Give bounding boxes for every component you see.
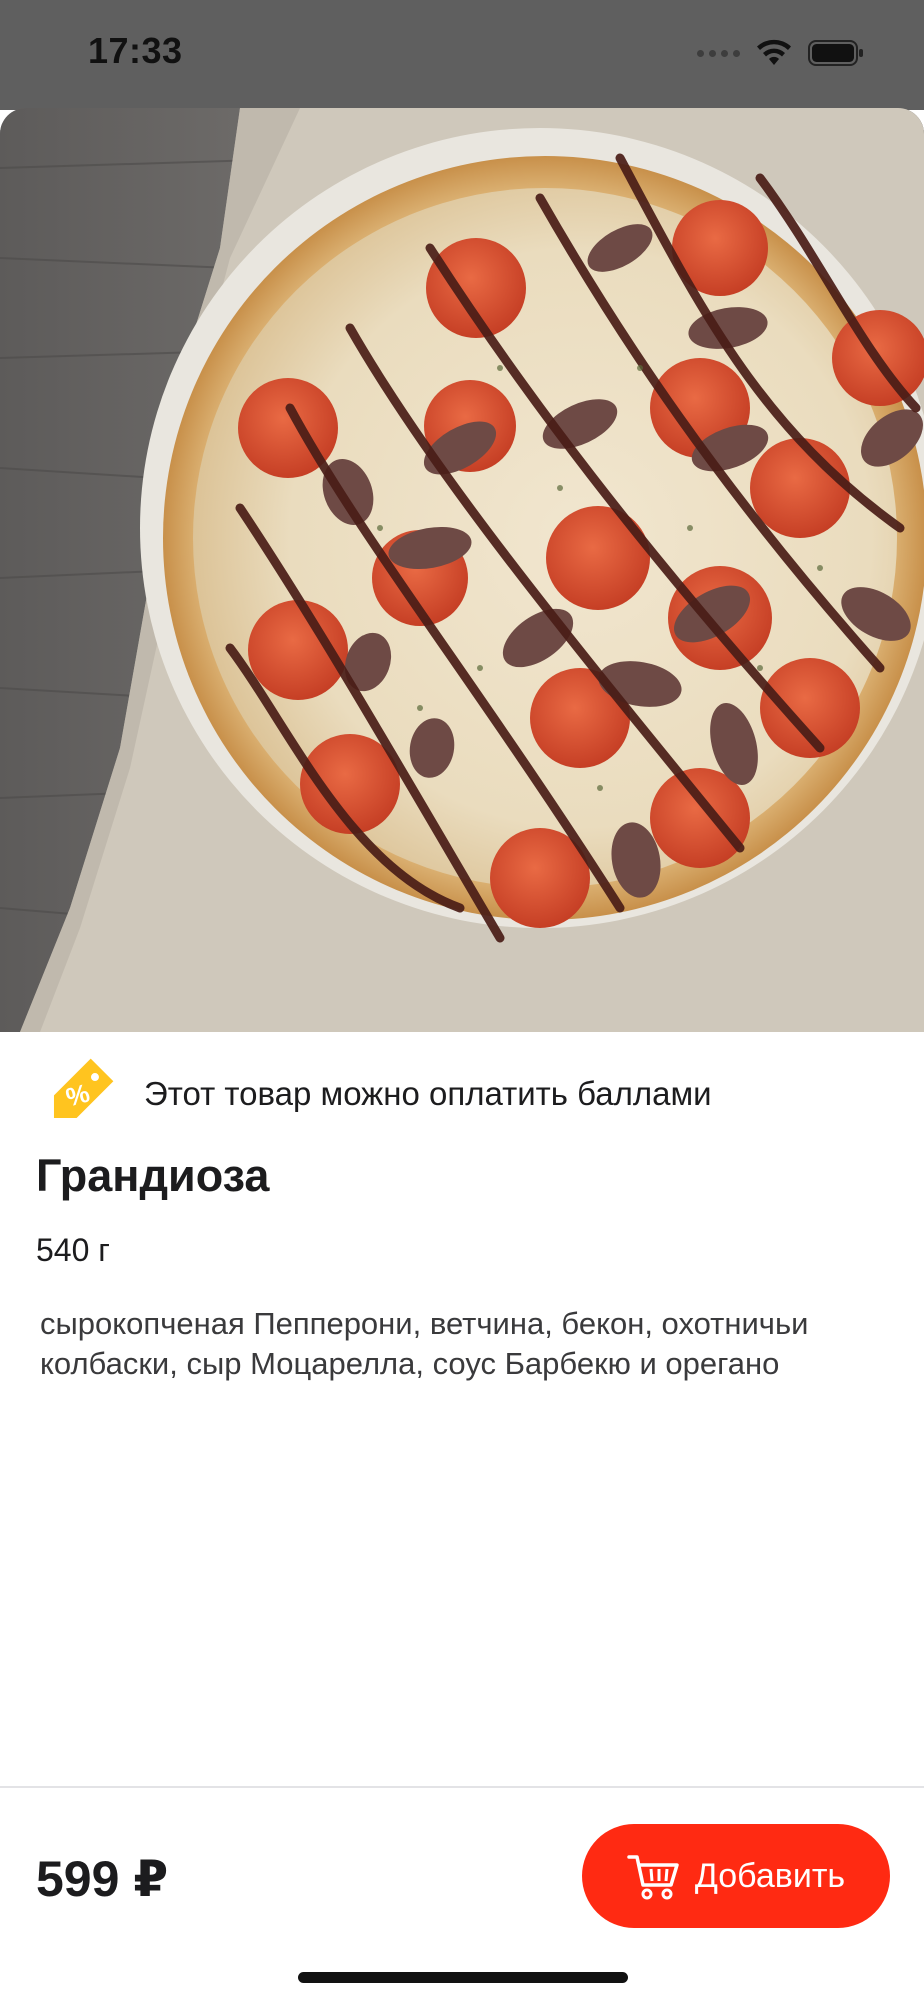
price: 599 ₽ — [36, 1851, 169, 1907]
cart-icon — [627, 1855, 679, 1900]
battery-icon — [808, 40, 863, 66]
home-indicator[interactable] — [298, 1972, 628, 1983]
points-note-text: Этот товар можно оплатить баллами — [144, 1075, 712, 1112]
points-payment-note: % Этот товар можно оплатить баллами — [36, 1052, 896, 1136]
add-button-label: Добавить — [694, 1856, 846, 1895]
product-weight: 540 г — [36, 1232, 110, 1268]
status-time: 17:33 — [88, 30, 183, 71]
product-title: Грандиоза — [36, 1150, 270, 1201]
wifi-icon — [757, 39, 791, 65]
product-detail-screen: 17:33 % Этот товар можно оплатить баллам… — [0, 0, 924, 2000]
status-icons — [697, 36, 864, 70]
status-bar: 17:33 — [0, 0, 924, 110]
add-to-cart-button[interactable]: Добавить — [582, 1824, 890, 1928]
product-description: сырокопченая Пепперони, ветчина, бекон, … — [40, 1306, 809, 1381]
bottom-divider — [0, 1786, 924, 1788]
product-image — [0, 108, 924, 1032]
discount-tag-icon: % — [53, 1058, 114, 1119]
signal-icon — [697, 49, 740, 57]
